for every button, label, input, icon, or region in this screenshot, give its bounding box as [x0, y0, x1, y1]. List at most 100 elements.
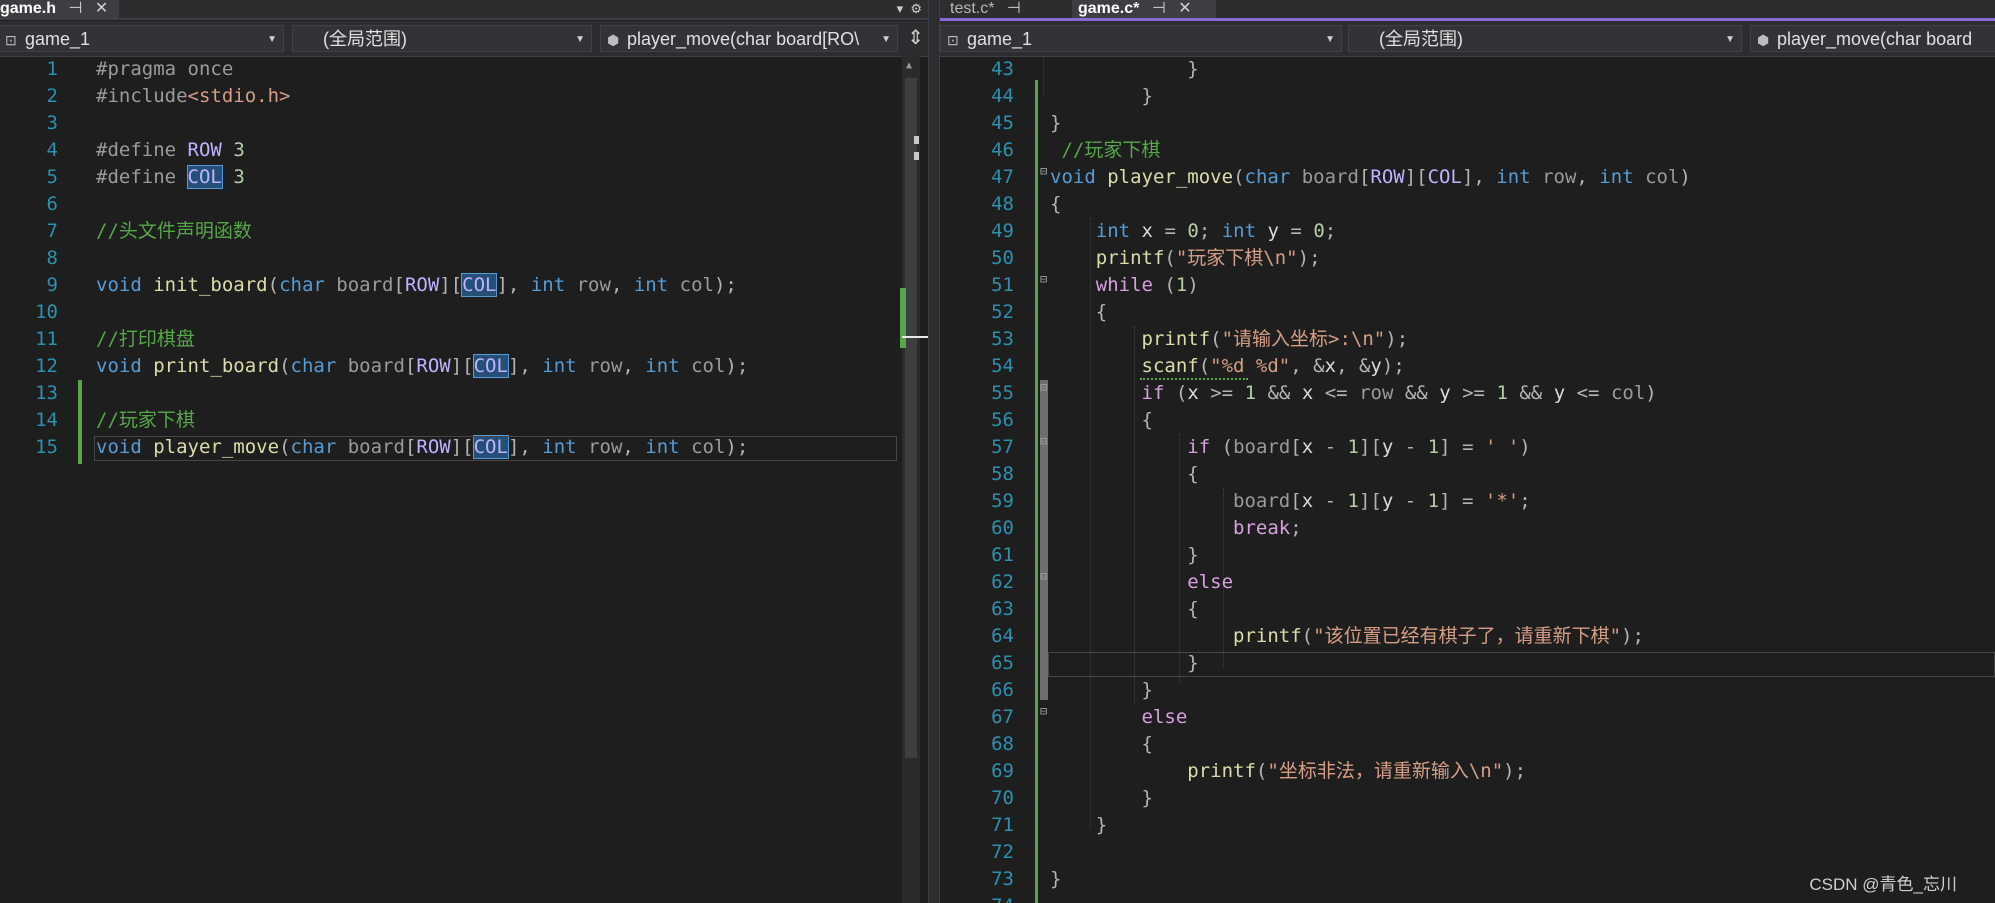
project-icon: ⊡ — [947, 32, 959, 48]
line-number: 68 — [991, 733, 1014, 755]
code-line[interactable]: void init_board(char board[ROW][COL], in… — [96, 272, 737, 299]
code-line[interactable]: printf("玩家下棋\n"); — [1050, 245, 1321, 272]
line-number: 52 — [991, 301, 1014, 323]
line-number: 62 — [991, 571, 1014, 593]
scope-dropdown[interactable]: (全局范围) ▼ — [292, 25, 592, 52]
line-number: 50 — [991, 247, 1014, 269]
code-line[interactable]: } — [1050, 866, 1061, 893]
line-number: 65 — [991, 652, 1014, 674]
line-number: 63 — [991, 598, 1014, 620]
tab-label: game.h — [0, 0, 57, 17]
line-number: 57 — [991, 436, 1014, 458]
code-line[interactable]: { — [1050, 191, 1061, 218]
line-number: 4 — [46, 139, 58, 161]
line-number: 1 — [46, 58, 58, 80]
code-line[interactable]: else — [1050, 569, 1233, 596]
collapse-icon[interactable]: ⊟ — [1040, 704, 1047, 718]
squiggle-underline — [1140, 378, 1248, 380]
code-line[interactable]: if (x >= 1 && x <= row && y >= 1 && y <=… — [1050, 380, 1657, 407]
line-number: 53 — [991, 328, 1014, 350]
function-cube-icon: ⬢ — [1757, 32, 1770, 48]
code-line[interactable]: } — [1050, 83, 1153, 110]
code-line[interactable]: void player_move(char board[ROW][COL], i… — [1050, 164, 1691, 191]
line-number: 44 — [991, 85, 1014, 107]
tab-overflow-icons[interactable]: ▾ ⚙ — [897, 0, 922, 18]
project-name: game_1 — [25, 29, 91, 49]
code-line[interactable]: //玩家下棋 — [96, 407, 195, 434]
line-number: 69 — [991, 760, 1014, 782]
collapse-icon[interactable]: ⊟ — [1040, 569, 1047, 583]
collapse-icon[interactable]: ⊟ — [1040, 380, 1047, 394]
code-line[interactable]: } — [1050, 56, 1198, 83]
code-line[interactable]: else — [1050, 704, 1188, 731]
pin-icon[interactable]: ⊣ — [1007, 0, 1021, 18]
code-line[interactable]: printf("请输入坐标>:\n"); — [1050, 326, 1409, 353]
collapse-icon[interactable]: ⊟ — [1040, 164, 1047, 178]
tab-game-c[interactable]: game.c* ⊣ ✕ — [1072, 0, 1216, 20]
code-line[interactable]: board[x - 1][y - 1] = '*'; — [1050, 488, 1531, 515]
code-line[interactable]: int x = 0; int y = 0; — [1050, 218, 1336, 245]
code-line[interactable]: } — [1050, 812, 1107, 839]
line-number: 61 — [991, 544, 1014, 566]
code-line[interactable]: { — [1050, 299, 1107, 326]
code-line[interactable]: } — [1050, 785, 1153, 812]
line-number: 15 — [35, 436, 58, 458]
member-dropdown[interactable]: ⬢ player_move(char board — [1750, 25, 1995, 52]
code-line[interactable]: printf("坐标非法，请重新输入\n"); — [1050, 758, 1526, 785]
code-line[interactable]: void print_board(char board[ROW][COL], i… — [96, 353, 748, 380]
close-icon[interactable]: ✕ — [1178, 0, 1191, 18]
line-number: 51 — [991, 274, 1014, 296]
code-line[interactable]: } — [1050, 542, 1198, 569]
code-line[interactable]: if (board[x - 1][y - 1] = ' ') — [1050, 434, 1530, 461]
scroll-up-icon[interactable]: ▲ — [906, 60, 912, 71]
code-line[interactable]: { — [1050, 461, 1198, 488]
code-line[interactable]: //打印棋盘 — [96, 326, 195, 353]
code-line[interactable]: scanf("%d %d", &x, &y); — [1050, 353, 1405, 380]
tab-test-c[interactable]: test.c* ⊣ — [944, 0, 1072, 20]
code-line[interactable]: break; — [1050, 515, 1302, 542]
project-name: game_1 — [967, 29, 1033, 49]
line-number: 46 — [991, 139, 1014, 161]
project-dropdown[interactable]: ⊡ game_1 ▼ — [940, 25, 1342, 52]
code-line[interactable]: #include<stdio.h> — [96, 83, 290, 110]
code-line[interactable]: { — [1050, 407, 1153, 434]
tab-game-h[interactable]: game.h ⊣ ✕ — [0, 0, 119, 20]
pin-icon[interactable]: ⊣ — [68, 0, 82, 18]
line-number: 48 — [991, 193, 1014, 215]
code-line[interactable]: //头文件声明函数 — [96, 218, 252, 245]
project-dropdown[interactable]: ⊡ game_1 ▼ — [0, 25, 284, 52]
split-icon[interactable]: ⇕ — [907, 25, 924, 50]
scroll-thumb[interactable] — [905, 78, 917, 758]
code-line[interactable]: } — [1050, 110, 1061, 137]
code-line[interactable]: while (1) — [1050, 272, 1199, 299]
code-line[interactable]: //玩家下棋 — [1050, 137, 1160, 164]
pane-splitter[interactable] — [928, 0, 940, 903]
line-number: 64 — [991, 625, 1014, 647]
line-number: 9 — [46, 274, 58, 296]
line-number: 58 — [991, 463, 1014, 485]
code-line[interactable]: #define COL 3 — [96, 164, 245, 191]
line-number: 54 — [991, 355, 1014, 377]
line-number: 13 — [35, 382, 58, 404]
current-line-highlight — [1048, 652, 1995, 677]
watermark: CSDN @青色_忘川 — [1809, 875, 1957, 894]
member-dropdown[interactable]: ⬢ player_move(char board[RO\ ▼ — [600, 25, 898, 52]
code-line[interactable]: { — [1050, 596, 1198, 623]
line-number: 12 — [35, 355, 58, 377]
code-line[interactable]: printf("该位置已经有棋子了，请重新下棋"); — [1050, 623, 1644, 650]
scope-dropdown[interactable]: (全局范围) ▼ — [1348, 25, 1742, 52]
collapse-icon[interactable]: ⊟ — [1040, 434, 1047, 448]
code-line[interactable]: } — [1050, 677, 1153, 704]
code-line[interactable]: #define ROW 3 — [96, 137, 245, 164]
scope-name: (全局范围) — [1379, 29, 1463, 49]
line-number: 73 — [991, 868, 1014, 890]
line-number: 55 — [991, 382, 1014, 404]
left-vertical-scrollbar[interactable]: ▲ — [900, 56, 928, 903]
collapse-icon[interactable]: ⊟ — [1040, 272, 1047, 286]
line-number: 47 — [991, 166, 1014, 188]
code-line[interactable]: #pragma once — [96, 56, 233, 83]
close-icon[interactable]: ✕ — [95, 0, 108, 18]
pin-icon[interactable]: ⊣ — [1152, 0, 1166, 18]
right-tab-strip: test.c* ⊣ game.c* ⊣ ✕ — [940, 0, 1995, 21]
code-line[interactable]: { — [1050, 731, 1153, 758]
